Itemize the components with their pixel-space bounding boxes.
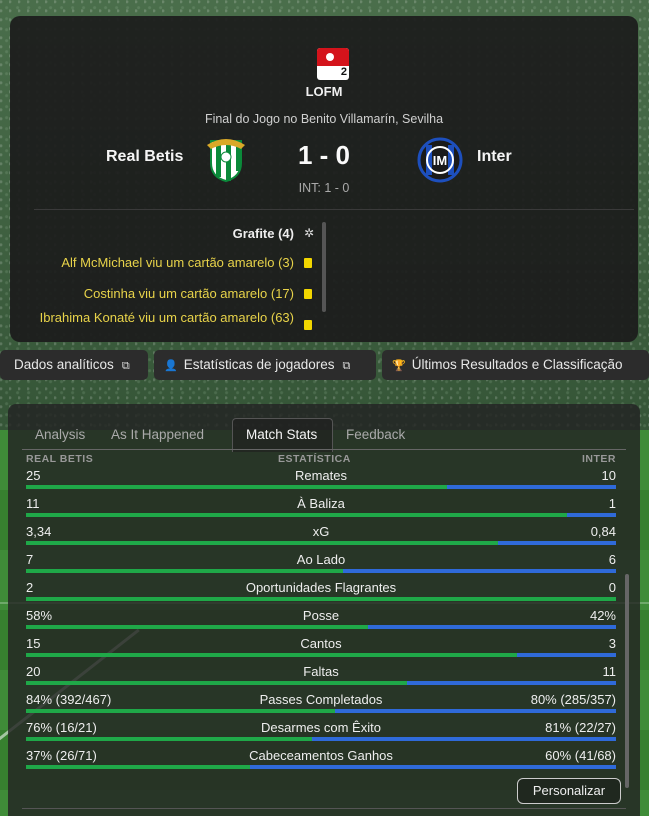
tab-feedback[interactable]: Feedback [346,420,405,450]
match-stats-panel: Analysis As It Happened Match Stats Feed… [8,404,640,816]
event-item: Ibrahima Konaté viu um cartão amarelo (6… [39,310,294,325]
stat-label: Ao Lado [296,552,346,567]
home-bar-fill [26,597,616,601]
aggregate-score: INT: 1 - 0 [298,181,350,195]
football-icon: ✲ [303,226,314,240]
away-stat-value: 10 [601,468,616,483]
stat-row: 7 Ao Lado 6 [26,552,616,580]
home-bar-fill [26,709,336,713]
away-team-name[interactable]: Inter [477,148,512,166]
away-stat-value: 6 [608,552,616,567]
player-stats-button[interactable]: 👤 Estatísticas de jogadores ⧉ [154,350,376,380]
results-standings-button[interactable]: 🏆 Últimos Resultados e Classificação [382,350,649,380]
external-link-icon: ⧉ [342,360,351,372]
header-home: REAL BETIS [26,453,94,465]
stat-comparison-bar [26,597,616,601]
competition-logo: 2 [317,48,349,80]
yellow-card-icon [304,320,312,330]
stat-label: Desarmes com Êxito [261,720,381,735]
away-stat-value: 0,84 [590,524,616,539]
events-scrollbar[interactable] [322,222,326,312]
stat-comparison-bar [26,625,616,629]
stat-label: À Baliza [297,496,345,511]
stat-row: 20 Faltas 11 [26,664,616,692]
stat-row: 84% (392/467) Passes Completados 80% (285/… [26,692,616,720]
trophy-icon: 🏆 [392,360,406,372]
divider [34,209,634,210]
stat-comparison-bar [26,485,616,489]
home-bar-fill [26,681,407,685]
svg-text:IM: IM [433,153,447,168]
yellow-card-icon [304,289,312,299]
header-away: INTER [582,453,616,465]
stat-row: 76% (16/21) Desarmes com Êxito 81% (22/27) [26,720,616,748]
events-list[interactable]: Grafite (4) ✲ Alf McMichael viu um cartã… [34,220,334,346]
stat-row: 2 Oportunidades Flagrantes 0 [26,580,616,608]
stat-label: Remates [294,468,348,483]
event-item: Costinha viu um cartão amarelo (17) [83,286,294,301]
home-bar-fill [26,737,313,741]
stat-comparison-bar [26,569,616,573]
tab-match-stats[interactable]: Match Stats [246,420,317,450]
match-venue: Final do Jogo no Benito Villamarín, Sevi… [204,112,444,126]
divider [22,808,626,809]
away-stat-value: 60% (41/68) [545,748,616,763]
stat-label: Passes Completados [259,692,383,707]
header-stat: ESTATÍSTICA [278,453,351,465]
away-stat-value: 3 [608,636,616,651]
stat-row: 15 Cantos 3 [26,636,616,664]
stat-row: 25 Remates 10 [26,468,616,496]
away-stat-value: 1 [608,496,616,511]
inter-crest-icon[interactable]: IM [417,137,463,183]
home-bar-fill [26,653,518,657]
stat-label: Cabeceamentos Ganhos [249,748,393,763]
match-summary-panel: 2 LOFM Final do Jogo no Benito Villamarí… [10,16,638,342]
stat-comparison-bar [26,653,616,657]
stat-label: Cantos [300,636,342,651]
competition-name: LOFM [305,84,343,99]
yellow-card-icon [304,258,312,268]
home-bar-fill [26,765,251,769]
home-bar-fill [26,485,448,489]
external-link-icon: ⧉ [121,360,130,372]
person-icon: 👤 [164,360,178,372]
away-stat-value: 11 [602,664,617,679]
tab-as-it-happened[interactable]: As It Happened [111,420,204,450]
away-stat-value: 81% (22/27) [545,720,616,735]
stat-comparison-bar [26,541,616,545]
customize-button[interactable]: Personalizar [517,778,621,804]
event-section-title: Grafite (4) [232,226,294,241]
stat-row: 37% (26/71) Cabeceamentos Ganhos 60% (41/6… [26,748,616,776]
stat-comparison-bar [26,709,616,713]
away-stat-value: 0 [608,580,616,595]
stat-row: 11 À Baliza 1 [26,496,616,524]
tab-analysis[interactable]: Analysis [35,420,85,450]
event-item: Alf McMichael viu um cartão amarelo (3) [61,255,294,270]
stats-scrollbar[interactable] [625,574,629,788]
stat-row: 58% Posse 42% [26,608,616,636]
away-stat-value: 80% (285/357) [530,692,616,707]
analytics-button[interactable]: Dados analíticos ⧉ [0,350,148,380]
stat-label: xG [312,524,330,539]
stat-comparison-bar [26,513,616,517]
stat-label: Posse [302,608,340,623]
tab-underline [22,449,626,450]
stat-label: Oportunidades Flagrantes [245,580,397,595]
stat-comparison-bar [26,681,616,685]
stat-row: 3,34 xG 0,84 [26,524,616,552]
home-bar-fill [26,513,568,517]
home-bar-fill [26,569,344,573]
score: 1 - 0 [297,140,351,170]
stat-label: Faltas [303,664,339,679]
away-stat-value: 42% [589,608,616,623]
stat-comparison-bar [26,737,616,741]
home-bar-fill [26,541,498,545]
home-bar-fill [26,625,369,629]
stat-comparison-bar [26,765,616,769]
